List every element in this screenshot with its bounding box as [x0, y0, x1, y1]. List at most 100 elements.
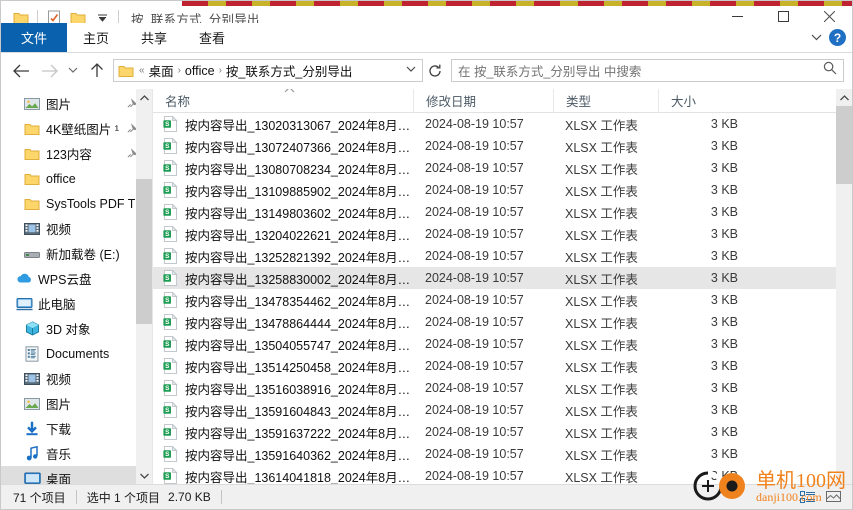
table-row[interactable]: S 按内容导出_13109885902_2024年8月1... 2024-08-19… [153, 179, 836, 201]
view-mode-buttons [796, 486, 852, 508]
up-button[interactable] [83, 57, 111, 85]
file-scroll-thumb[interactable] [836, 106, 852, 185]
tab-file[interactable]: 文件 [1, 23, 68, 52]
sidebar-item-0[interactable]: 图片 [1, 91, 152, 116]
file-size-cell: 3 KB [710, 381, 738, 395]
column-header-date[interactable]: 修改日期 [413, 89, 553, 113]
tab-view[interactable]: 查看 [183, 23, 241, 52]
table-row[interactable]: S 按内容导出_13591604843_2024年8月1... 2024-08-19… [153, 399, 836, 421]
table-row[interactable]: S 按内容导出_13614041818_2024年8月1... 2024-08-19… [153, 465, 836, 484]
column-header-type[interactable]: 类型 [553, 89, 658, 113]
column-header-size[interactable]: 大小 [658, 89, 748, 113]
sidebar-item-10[interactable]: Documents [1, 341, 152, 366]
file-name-cell: S 按内容导出_13514250458_2024年8月1... [153, 357, 413, 376]
details-view-icon[interactable] [796, 486, 820, 508]
sidebar-scrollbar[interactable] [136, 89, 152, 484]
ribbon-tab-bar: 文件 主页 共享 查看 ? [1, 23, 852, 53]
breadcrumb-dropdown-icon[interactable] [406, 65, 420, 76]
file-date-cell: 2024-08-19 10:57 [425, 403, 524, 417]
file-name-cell: S 按内容导出_13478864444_2024年8月1... [153, 313, 413, 332]
table-row[interactable]: S 按内容导出_13591637222_2024年8月1... 2024-08-19… [153, 421, 836, 443]
table-row[interactable]: S 按内容导出_13204022621_2024年8月1... 2024-08-19… [153, 223, 836, 245]
cloud-icon [15, 272, 33, 285]
file-size-cell: 3 KB [710, 337, 738, 351]
large-icons-view-icon[interactable] [822, 486, 846, 508]
file-type-cell: XLSX 工作表 [565, 448, 638, 463]
file-name-label: 按内容导出_13204022621_2024年8月1... [185, 228, 413, 243]
file-name-label: 按内容导出_13252821392_2024年8月1... [185, 250, 413, 265]
sidebar-item-12[interactable]: 图片 [1, 391, 152, 416]
documents-icon [23, 345, 41, 362]
sidebar-item-13[interactable]: 下载 [1, 416, 152, 441]
file-list-scrollbar[interactable] [836, 89, 852, 484]
table-row[interactable]: S 按内容导出_13149803602_2024年8月1... 2024-08-19… [153, 201, 836, 223]
table-row[interactable]: S 按内容导出_13478864444_2024年8月1... 2024-08-19… [153, 311, 836, 333]
sidebar-item-2[interactable]: 123内容 [1, 141, 152, 166]
search-box[interactable]: 在 按_联系方式_分别导出 中搜索 [451, 59, 844, 82]
sidebar-scroll-up-icon[interactable] [136, 89, 152, 106]
help-icon[interactable]: ? [829, 29, 846, 46]
sidebar-item-8[interactable]: 此电脑 [1, 291, 152, 316]
column-header-name[interactable]: 名称 [153, 89, 413, 113]
sidebar-item-4[interactable]: SysTools PDF T [1, 191, 152, 216]
file-rows: S 按内容导出_13020313067_2024年8月1... 2024-08-19… [153, 113, 836, 484]
table-row[interactable]: S 按内容导出_13591640362_2024年8月1... 2024-08-19… [153, 443, 836, 465]
table-row[interactable]: S 按内容导出_13478354462_2024年8月1... 2024-08-19… [153, 289, 836, 311]
table-row[interactable]: S 按内容导出_13514250458_2024年8月1... 2024-08-19… [153, 355, 836, 377]
table-row[interactable]: S 按内容导出_13080708234_2024年8月1... 2024-08-19… [153, 157, 836, 179]
sort-ascending-icon [284, 89, 295, 95]
refresh-icon[interactable] [423, 59, 447, 82]
file-type-cell: XLSX 工作表 [565, 426, 638, 441]
breadcrumb-item-desktop[interactable]: 桌面 [146, 61, 177, 80]
downloads-icon [23, 421, 41, 436]
sidebar-item-14[interactable]: 音乐 [1, 441, 152, 466]
sidebar-item-label: 桌面 [46, 473, 72, 484]
sidebar-item-9[interactable]: 3D 对象 [1, 316, 152, 341]
table-row[interactable]: S 按内容导出_13252821392_2024年8月1... 2024-08-19… [153, 245, 836, 267]
sidebar-item-6[interactable]: 新加载卷 (E:) [1, 241, 152, 266]
sidebar-item-11[interactable]: 视频 [1, 366, 152, 391]
file-date-cell: 2024-08-19 10:57 [425, 139, 524, 153]
table-row[interactable]: S 按内容导出_13072407366_2024年8月1... 2024-08-19… [153, 135, 836, 157]
table-row[interactable]: S 按内容导出_13516038916_2024年8月1... 2024-08-19… [153, 377, 836, 399]
chevron-down-icon[interactable] [805, 27, 827, 49]
recent-locations-icon[interactable] [63, 57, 83, 85]
file-size-cell: 3 KB [710, 183, 738, 197]
file-type-cell: XLSX 工作表 [565, 360, 638, 375]
sidebar-item-3[interactable]: office [1, 166, 152, 191]
breadcrumb-overflow-icon[interactable]: « [138, 65, 146, 76]
sidebar-item-label: office [46, 171, 76, 186]
tab-home[interactable]: 主页 [67, 23, 125, 52]
status-divider-2 [220, 490, 222, 504]
sidebar-item-5[interactable]: 视频 [1, 216, 152, 241]
screenshot-border-artifact [182, 1, 852, 6]
sidebar-scroll-thumb[interactable] [136, 178, 152, 324]
pictures-icon [23, 97, 41, 111]
drive-icon [23, 248, 41, 260]
sidebar-item-7[interactable]: WPS云盘 [1, 266, 152, 291]
table-row[interactable]: S 按内容导出_13504055747_2024年8月1... 2024-08-19… [153, 333, 836, 355]
breadcrumb-item-office[interactable]: office [182, 64, 218, 78]
table-row[interactable]: S 按内容导出_13258830002_2024年8月1... 2024-08-19… [153, 267, 836, 289]
breadcrumb-item-current[interactable]: 按_联系方式_分别导出 [223, 61, 355, 80]
sidebar-item-1[interactable]: 4K壁纸图片 ¹ [1, 116, 152, 141]
sidebar-item-label: 下载 [46, 423, 72, 437]
file-date-cell: 2024-08-19 10:57 [425, 315, 524, 329]
back-button[interactable] [7, 57, 35, 85]
table-row[interactable]: S 按内容导出_13020313067_2024年8月1... 2024-08-19… [153, 113, 836, 135]
forward-button[interactable] [35, 57, 63, 85]
tab-share[interactable]: 共享 [125, 23, 183, 52]
file-name-cell: S 按内容导出_13149803602_2024年8月1... [153, 203, 413, 222]
file-name-cell: S 按内容导出_13504055747_2024年8月1... [153, 335, 413, 354]
pictures-icon [23, 397, 41, 411]
file-scroll-up-icon[interactable] [836, 89, 852, 106]
breadcrumb[interactable]: « 桌面 › office › 按_联系方式_分别导出 [113, 59, 423, 82]
sidebar-item-15[interactable]: 桌面 [1, 466, 152, 484]
file-name-cell: S 按内容导出_13591604843_2024年8月1... [153, 401, 413, 420]
file-date-cell: 2024-08-19 10:57 [425, 359, 524, 373]
file-name-cell: S 按内容导出_13252821392_2024年8月1... [153, 247, 413, 266]
search-input[interactable]: 在 按_联系方式_分别导出 中搜索 [458, 61, 823, 80]
sidebar-scroll-down-icon[interactable] [136, 467, 152, 484]
search-icon[interactable] [823, 61, 837, 80]
file-type-cell: XLSX 工作表 [565, 272, 638, 287]
